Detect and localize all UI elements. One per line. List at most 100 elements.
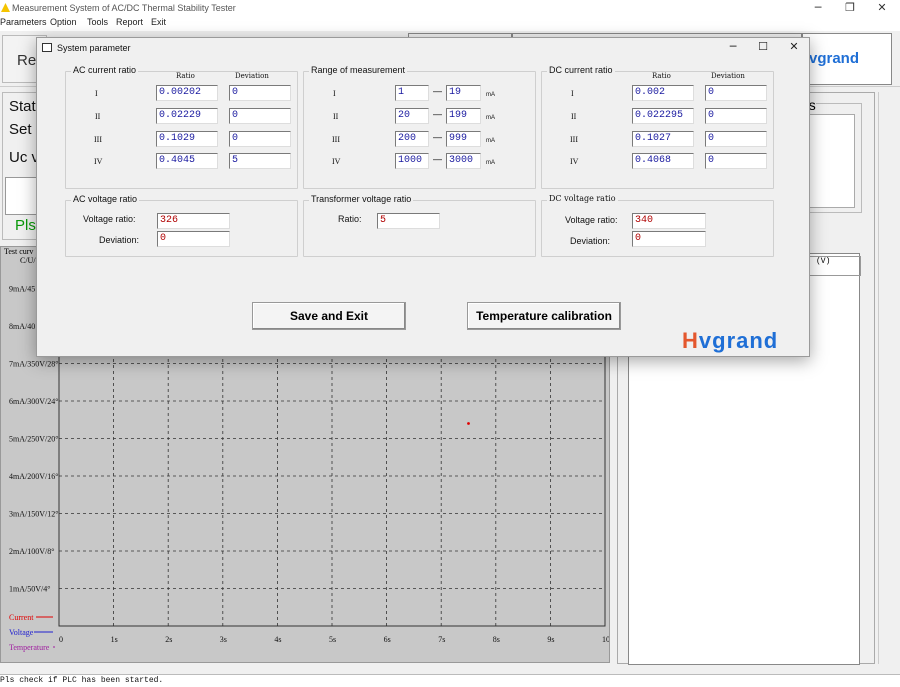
transformer-ratio-field[interactable]: 5 <box>377 213 440 229</box>
range-dash: — <box>433 86 442 96</box>
range-to-field-1[interactable]: 19 <box>446 85 481 101</box>
data-point-current <box>467 422 470 425</box>
y-tick-label: 3mA/150V/12° <box>9 510 58 519</box>
ac-row-label: III <box>94 135 102 144</box>
vertical-scrollbar[interactable] <box>878 92 892 664</box>
dc-voltage-ratio-group: DC voltage ratio Voltage ratio: 340 Devi… <box>541 194 774 257</box>
ac-voltage-deviation-field[interactable]: 0 <box>157 231 230 247</box>
y-tick-label: 8mA/40 <box>9 322 35 331</box>
range-unit: mA <box>486 160 495 166</box>
x-tick-label: 1s <box>111 635 118 644</box>
range-row-label: II <box>333 112 339 121</box>
dc-ratio-field-3[interactable]: 0.1027 <box>632 131 694 147</box>
right-info-inner <box>803 114 855 208</box>
x-tick-label: 6s <box>384 635 391 644</box>
x-tick-label: 0 <box>59 635 63 644</box>
dc-deviation-field-1[interactable]: 0 <box>705 85 767 101</box>
close-icon[interactable]: ✕ <box>866 0 898 17</box>
dc-ratio-field-1[interactable]: 0.002 <box>632 85 694 101</box>
dc-voltage-deviation-field[interactable]: 0 <box>632 231 706 247</box>
range-to-field-3[interactable]: 999 <box>446 131 481 147</box>
menu-exit[interactable]: Exit <box>151 17 166 27</box>
dialog-app-icon <box>42 43 52 52</box>
save-and-exit-button[interactable]: Save and Exit <box>252 302 406 330</box>
logo-initial: H <box>682 328 699 353</box>
dc-deviation-field-4[interactable]: 0 <box>705 153 767 169</box>
menu-option[interactable]: Option <box>50 17 77 27</box>
legend-label-voltage: Voltage <box>9 628 34 637</box>
temperature-calibration-button[interactable]: Temperature calibration <box>467 302 621 330</box>
dc-deviation-header: Deviation <box>711 72 745 80</box>
dialog-maximize-icon[interactable]: ☐ <box>747 40 779 56</box>
x-tick-label: 4s <box>274 635 281 644</box>
y-tick-label: 5mA/250V/20° <box>9 435 58 444</box>
dc-deviation-field-2[interactable]: 0 <box>705 108 767 124</box>
ac-row-label: IV <box>94 157 103 166</box>
dialog-close-icon[interactable]: ✕ <box>778 40 810 56</box>
range-from-field-1[interactable]: 1 <box>395 85 429 101</box>
range-unit: mA <box>486 115 495 121</box>
y-tick-label: 6mA/300V/24° <box>9 397 58 406</box>
dc-current-ratio-legend: DC current ratio <box>547 65 615 75</box>
menu-parameters[interactable]: Parameters <box>0 17 47 27</box>
dc-voltage-deviation-label: Deviation: <box>570 236 611 246</box>
y-tick-label: 2mA/100V/8° <box>9 547 54 556</box>
ac-deviation-header: Deviation <box>235 72 269 80</box>
dialog-minimize-icon[interactable]: ─ <box>717 40 749 56</box>
menu-report[interactable]: Report <box>116 17 143 27</box>
menu-tools[interactable]: Tools <box>87 17 108 27</box>
right-list-header: (V) <box>809 256 861 276</box>
dc-current-ratio-group: DC current ratio Ratio Deviation I 0.002… <box>541 65 774 189</box>
ac-ratio-field-4[interactable]: 0.4045 <box>156 153 218 169</box>
uc-voltage-label: Uc v <box>9 149 39 166</box>
ac-voltage-ratio-legend: AC voltage ratio <box>71 194 140 204</box>
dc-ratio-field-2[interactable]: 0.022295 <box>632 108 694 124</box>
minimize-icon[interactable]: ─ <box>802 0 834 17</box>
dc-row-label: I <box>571 89 574 98</box>
status-message: Pls check if PLC has been started. <box>0 676 164 685</box>
ac-deviation-field-3[interactable]: 0 <box>229 131 291 147</box>
range-of-measurement-group: Range of measurement I 1 — 19 mA II 20 —… <box>303 65 536 189</box>
range-to-field-4[interactable]: 3000 <box>446 153 481 169</box>
ac-voltage-ratio-group: AC voltage ratio Voltage ratio: 326 Devi… <box>65 194 298 257</box>
ac-voltage-deviation-label: Deviation: <box>99 235 140 245</box>
ac-deviation-field-4[interactable]: 5 <box>229 153 291 169</box>
x-tick-label: 9s <box>547 635 554 644</box>
system-parameter-dialog: System parameter ─ ☐ ✕ AC current ratio … <box>36 37 810 357</box>
ac-deviation-field-2[interactable]: 0 <box>229 108 291 124</box>
dc-voltage-ratio-legend: DC voltage ratio <box>547 194 618 203</box>
range-from-field-2[interactable]: 20 <box>395 108 429 124</box>
dc-voltage-ratio-field[interactable]: 340 <box>632 213 706 229</box>
dc-row-label: III <box>570 135 578 144</box>
transformer-voltage-ratio-group: Transformer voltage ratio Ratio: 5 <box>303 194 536 257</box>
x-tick-label: 8s <box>493 635 500 644</box>
range-unit: mA <box>486 138 495 144</box>
ac-voltage-ratio-field[interactable]: 326 <box>157 213 230 229</box>
range-dash: — <box>433 154 442 164</box>
range-from-field-4[interactable]: 1000 <box>395 153 429 169</box>
range-row-label: I <box>333 89 336 98</box>
window-title: Measurement System of AC/DC Thermal Stab… <box>12 3 236 13</box>
range-dash: — <box>433 109 442 119</box>
menu-bar: Parameters Option Tools Report Exit <box>0 17 900 31</box>
ac-deviation-field-1[interactable]: 0 <box>229 85 291 101</box>
y-tick-label: 9mA/45 <box>9 285 35 294</box>
status-bar: Pls check if PLC has been started. <box>0 674 900 687</box>
main-title-bar: Measurement System of AC/DC Thermal Stab… <box>0 0 900 17</box>
ac-ratio-field-3[interactable]: 0.1029 <box>156 131 218 147</box>
dc-deviation-field-3[interactable]: 0 <box>705 131 767 147</box>
dc-row-label: II <box>571 112 577 121</box>
range-unit: mA <box>486 92 495 98</box>
range-to-field-2[interactable]: 199 <box>446 108 481 124</box>
legend-label-temperature: Temperature <box>9 643 50 652</box>
pls-message: Pls <box>15 217 36 234</box>
ac-ratio-field-2[interactable]: 0.02229 <box>156 108 218 124</box>
legend-label-current: Current <box>9 613 34 622</box>
right-list-unit: (V) <box>816 257 831 266</box>
range-from-field-3[interactable]: 200 <box>395 131 429 147</box>
restore-icon[interactable]: ❐ <box>834 0 866 17</box>
ac-voltage-ratio-label: Voltage ratio: <box>83 214 136 224</box>
ac-ratio-header: Ratio <box>176 72 195 80</box>
dc-ratio-field-4[interactable]: 0.4068 <box>632 153 694 169</box>
ac-ratio-field-1[interactable]: 0.00202 <box>156 85 218 101</box>
